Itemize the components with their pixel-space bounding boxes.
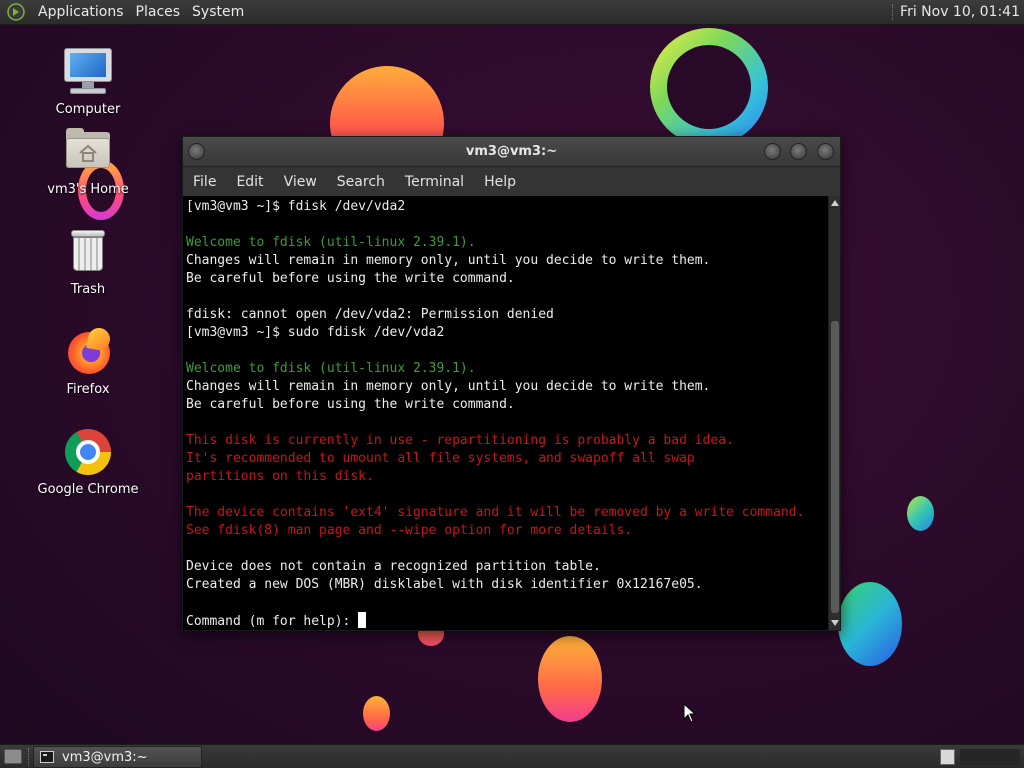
terminal-line: [vm3@vm3 ~]$ fdisk /dev/vda2 [186,199,406,214]
terminal-line: partitions on this disk. [186,469,374,484]
desktop-icon-firefox[interactable]: Firefox [28,326,148,397]
distro-logo-icon[interactable] [7,3,25,21]
terminal-icon [40,751,54,763]
desktop-icon-computer[interactable]: Computer [28,46,148,117]
menu-search[interactable]: Search [337,174,385,190]
terminal-line: Changes will remain in memory only, unti… [186,253,711,268]
wallpaper-gradient-ring [650,28,768,146]
desktop-icon-label: Trash [70,282,106,297]
terminal-line: This disk is currently in use - repartit… [186,433,734,448]
desktop-icon-trash[interactable]: Trash [28,226,148,297]
workspace-switcher-1[interactable] [940,749,955,765]
panel-separator [28,748,29,766]
trash-icon [62,226,114,278]
scrollbar-thumb[interactable] [831,321,839,613]
terminal-line: See fdisk(8) man page and --wipe option … [186,523,633,538]
desktop-icon-label: Computer [55,102,121,117]
desktop-icon-label: Firefox [66,382,110,397]
minimize-button[interactable] [764,143,781,160]
wallpaper-orange-oval [538,636,602,722]
chrome-icon [62,426,114,478]
desktop-icon-home[interactable]: vm3's Home [28,126,148,197]
terminal-line: Welcome to fdisk (util-linux 2.39.1). [186,361,476,376]
taskbar-window-label: vm3@vm3:~ [62,749,148,765]
wallpaper-tiny-oval [363,696,390,731]
bottom-panel: vm3@vm3:~ [0,744,1024,768]
terminal-line: fdisk: cannot open /dev/vda2: Permission… [186,307,554,322]
computer-icon [62,46,114,98]
workspace-switcher-2[interactable] [960,749,1020,765]
desktop-icon-label: vm3's Home [47,182,129,197]
window-title: vm3@vm3:~ [465,144,558,159]
terminal-line: Welcome to fdisk (util-linux 2.39.1). [186,235,476,250]
window-titlebar[interactable]: vm3@vm3:~ [183,137,840,167]
menu-help[interactable]: Help [484,174,516,190]
terminal-prompt: Command (m for help): [186,614,359,629]
terminal-line: Changes will remain in memory only, unti… [186,379,711,394]
clock[interactable]: Fri Nov 10, 01:41 [900,4,1020,20]
home-folder-icon [62,126,114,178]
maximize-button[interactable] [790,143,807,160]
terminal-line: Be careful before using the write comman… [186,397,515,412]
menu-applications[interactable]: Applications [33,0,129,25]
terminal-scrollbar[interactable] [828,196,840,630]
wallpaper-blue-oval [838,582,902,666]
show-desktop-icon[interactable] [4,749,22,764]
scroll-down-arrow-icon[interactable] [831,620,839,626]
mouse-pointer-icon [683,703,697,723]
close-button[interactable] [817,143,834,160]
panel-separator [892,4,894,20]
terminal-line: [vm3@vm3 ~]$ sudo fdisk /dev/vda2 [186,325,445,340]
terminal-menubar: File Edit View Search Terminal Help [183,168,840,196]
taskbar-window-button[interactable]: vm3@vm3:~ [33,746,202,768]
terminal-line: Created a new DOS (MBR) disklabel with d… [186,577,703,592]
wallpaper-small-blue-oval [907,496,934,531]
menu-edit[interactable]: Edit [236,174,263,190]
terminal-prompt-line[interactable]: Command (m for help): [186,612,828,630]
terminal-window: vm3@vm3:~ File Edit View Search Terminal… [182,136,841,631]
menu-places[interactable]: Places [131,0,186,25]
terminal-line: Be careful before using the write comman… [186,271,515,286]
firefox-icon [62,326,114,378]
scroll-up-arrow-icon[interactable] [831,200,839,206]
terminal-line: The device contains 'ext4' signature and… [186,505,805,520]
desktop-icon-label: Google Chrome [37,482,139,497]
menu-view[interactable]: View [284,174,317,190]
top-panel: Applications Places System Fri Nov 10, 0… [0,0,1024,25]
menu-terminal[interactable]: Terminal [405,174,464,190]
terminal-line: Device does not contain a recognized par… [186,559,601,574]
menu-system[interactable]: System [187,0,249,25]
text-cursor [358,612,367,628]
terminal-output[interactable]: [vm3@vm3 ~]$ fdisk /dev/vda2 Welcome to f… [183,196,828,630]
terminal-line: It's recommended to umount all file syst… [186,451,695,466]
desktop-icon-chrome[interactable]: Google Chrome [28,426,148,497]
menu-file[interactable]: File [193,174,216,190]
